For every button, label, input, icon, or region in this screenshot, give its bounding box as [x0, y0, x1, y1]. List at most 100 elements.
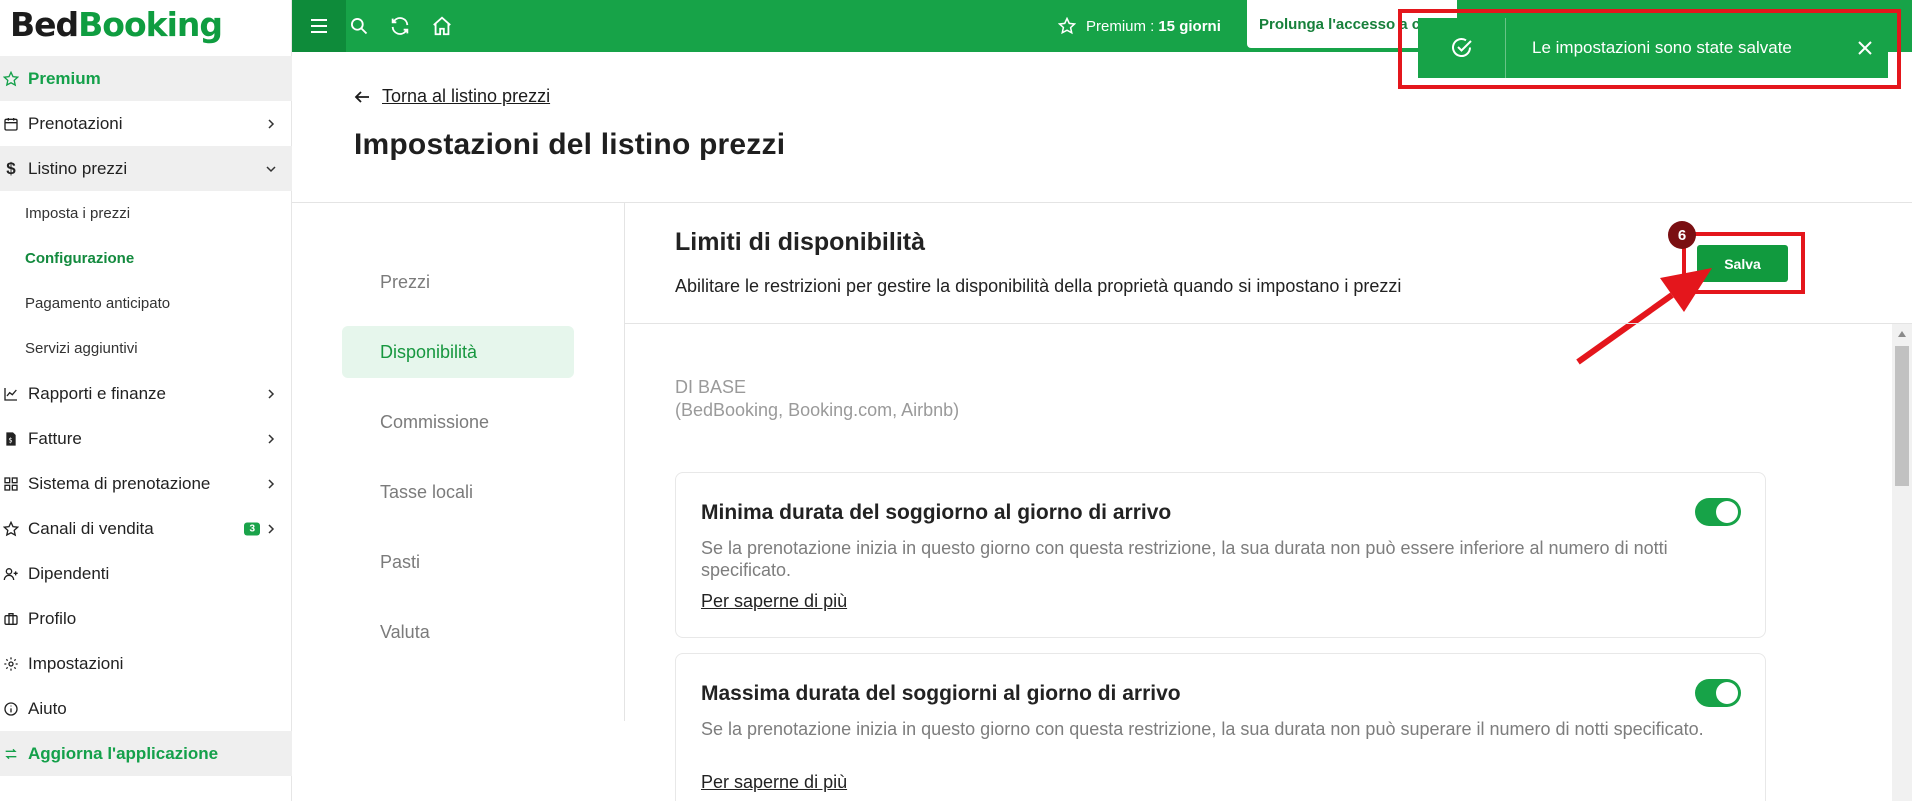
tab-prezzi[interactable]: Prezzi: [342, 256, 574, 308]
refresh-icon: [391, 17, 409, 35]
dollar-icon: $: [6, 158, 16, 178]
chevron-right-icon: [268, 523, 275, 534]
scrollbar-thumb[interactable]: [1895, 346, 1909, 486]
save-button[interactable]: Salva: [1697, 245, 1788, 282]
sidebar-subitem-pagamento-anticipato[interactable]: Pagamento anticipato: [0, 281, 292, 326]
sidebar-subitem-imposta-prezzi[interactable]: Imposta i prezzi: [0, 191, 292, 236]
success-check-icon: [1418, 18, 1506, 78]
channels-count-badge: 3: [244, 522, 260, 535]
sidebar-item-label: Profilo: [28, 608, 77, 628]
star-icon: [2, 70, 20, 88]
chevron-right-icon: [268, 478, 275, 489]
chevron-right-icon: [268, 433, 275, 444]
briefcase-icon: [2, 610, 20, 628]
sidebar-item-label: Prenotazioni: [28, 113, 123, 133]
sidebar-item-label: Sistema di prenotazione: [28, 473, 211, 493]
sidebar-item-label: Pagamento anticipato: [25, 295, 171, 312]
info-icon: [2, 700, 20, 718]
toast-close-button[interactable]: [1842, 18, 1888, 78]
gear-icon: [2, 655, 20, 673]
restriction-card-max-stay: Massima durata del soggiorni al giorno d…: [675, 653, 1766, 801]
sidebar-item-profilo[interactable]: Profilo: [0, 596, 292, 641]
star-icon: [2, 520, 20, 538]
calendar-icon: [2, 115, 20, 133]
user-plus-icon: [2, 565, 20, 583]
tab-commissione[interactable]: Commissione: [342, 396, 574, 448]
search-icon: [351, 18, 368, 35]
sidebar-item-premium[interactable]: Premium: [0, 56, 292, 101]
sidebar-item-dipendenti[interactable]: Dipendenti: [0, 551, 292, 596]
search-button[interactable]: [346, 13, 372, 39]
sidebar-item-label: Aggiorna l'applicazione: [28, 743, 219, 763]
tab-disponibilita[interactable]: Disponibilità: [342, 326, 574, 378]
learn-more-link[interactable]: Per saperne di più: [701, 772, 847, 793]
grid-icon: [2, 475, 20, 493]
tabs-divider: [624, 203, 625, 721]
group-label: DI BASE (BedBooking, Booking.com, Airbnb…: [675, 376, 959, 422]
sidebar-item-label: Premium: [28, 68, 101, 88]
section-description: Abilitare le restrizioni per gestire la …: [675, 276, 1402, 296]
sidebar-nav: Premium Prenotazioni $ Listino prezzi Im…: [0, 56, 292, 776]
sidebar-item-label: Fatture: [28, 428, 82, 448]
sidebar-item-label: Canali di vendita: [28, 518, 154, 538]
sidebar-item-label: Aiuto: [28, 698, 67, 718]
triangle-up-icon: [1898, 331, 1906, 337]
chart-icon: [2, 385, 20, 403]
menu-toggle-button[interactable]: [292, 0, 346, 52]
premium-days: 15 giorni: [1158, 17, 1221, 35]
refresh-button[interactable]: [387, 13, 413, 39]
scroll-up-button[interactable]: [1892, 326, 1912, 342]
card-description: Se la prenotazione inizia in questo gior…: [701, 538, 1668, 580]
arrow-left-icon: [354, 90, 369, 103]
sidebar-item-label: Impostazioni: [28, 653, 124, 673]
group-label-channels: (BedBooking, Booking.com, Airbnb): [675, 400, 960, 420]
max-stay-toggle[interactable]: [1695, 679, 1741, 707]
sidebar-item-rapporti[interactable]: Rapporti e finanze: [0, 371, 292, 416]
premium-status[interactable]: Premium : 15 giorni: [1058, 0, 1221, 52]
sidebar-item-fatture[interactable]: $ Fatture: [0, 416, 292, 461]
sidebar-item-label: Dipendenti: [28, 563, 110, 583]
sidebar-item-listino-prezzi[interactable]: $ Listino prezzi: [0, 146, 292, 191]
back-to-price-list-link[interactable]: Torna al listino prezzi: [354, 86, 550, 107]
card-title: Minima durata del soggiorno al giorno di…: [701, 501, 1172, 524]
header-divider: [292, 202, 1912, 203]
sidebar: BedBooking Premium Prenotazioni $ Listin…: [0, 0, 292, 801]
sidebar-item-label: Servizi aggiuntivi: [25, 340, 138, 357]
min-stay-toggle[interactable]: [1695, 498, 1741, 526]
restriction-card-min-stay: Minima durata del soggiorno al giorno di…: [675, 472, 1766, 638]
svg-text:$: $: [8, 436, 12, 444]
back-link-label: Torna al listino prezzi: [382, 86, 551, 106]
sidebar-subitem-servizi-aggiuntivi[interactable]: Servizi aggiuntivi: [0, 326, 292, 371]
sidebar-item-sistema-prenotazione[interactable]: Sistema di prenotazione: [0, 461, 292, 506]
toast-message: Le impostazioni sono state salvate: [1532, 38, 1792, 57]
group-label-title: DI BASE: [675, 377, 747, 397]
sidebar-item-impostazioni[interactable]: Impostazioni: [0, 641, 292, 686]
card-title: Massima durata del soggiorni al giorno d…: [701, 682, 1181, 705]
home-button[interactable]: [429, 13, 455, 39]
sidebar-subitem-configurazione[interactable]: Configurazione: [0, 236, 292, 281]
sidebar-item-aiuto[interactable]: Aiuto: [0, 686, 292, 731]
sidebar-item-label: Configurazione: [25, 250, 135, 267]
card-description: Se la prenotazione inizia in questo gior…: [701, 719, 1704, 739]
success-toast: Le impostazioni sono state salvate: [1418, 18, 1888, 78]
sidebar-item-prenotazioni[interactable]: Prenotazioni: [0, 101, 292, 146]
settings-tabs: Prezzi Disponibilità Commissione Tasse l…: [342, 256, 574, 676]
chevron-down-icon: [266, 165, 276, 172]
learn-more-link[interactable]: Per saperne di più: [701, 591, 847, 612]
bedbooking-logo[interactable]: BedBooking: [10, 2, 223, 52]
tab-valuta[interactable]: Valuta: [342, 606, 574, 658]
home-icon: [433, 16, 451, 36]
sidebar-item-canali-vendita[interactable]: Canali di vendita 3: [0, 506, 292, 551]
invoice-icon: $: [2, 430, 20, 448]
tab-tasse-locali[interactable]: Tasse locali: [342, 466, 574, 518]
section-title: Limiti di disponibilità: [675, 228, 925, 256]
tab-pasti[interactable]: Pasti: [342, 536, 574, 588]
refresh-icon: [2, 745, 20, 763]
logo-text-bed: Bed: [10, 5, 79, 44]
sidebar-item-aggiorna[interactable]: Aggiorna l'applicazione: [0, 731, 292, 776]
sidebar-item-label: Listino prezzi: [28, 158, 128, 178]
hamburger-icon: [311, 19, 327, 33]
premium-label: Premium :: [1086, 17, 1155, 35]
star-icon: [1058, 17, 1076, 35]
content-divider: [625, 323, 1912, 324]
